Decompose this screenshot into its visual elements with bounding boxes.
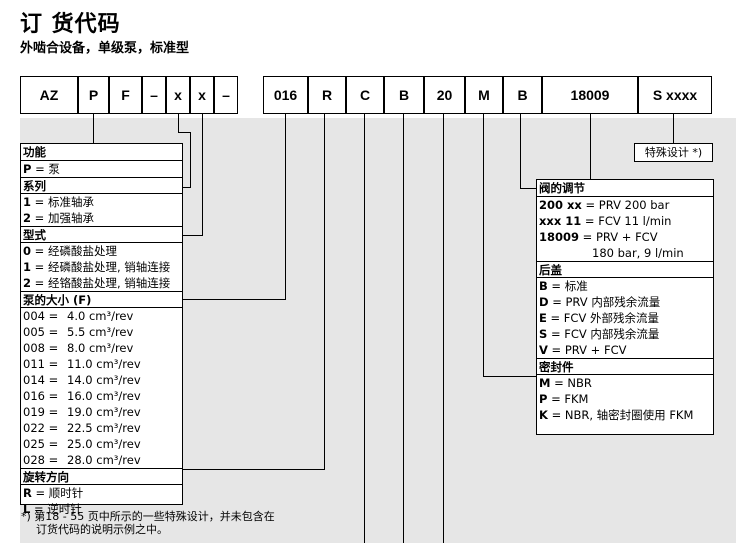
code-cell-seal: M [465, 76, 503, 114]
footnote-line: 订货代码的说明示例之中。 [36, 523, 168, 536]
code-cell-dash-1: – [142, 76, 166, 114]
valve-row: xxx 11 = FCV 11 l/min [539, 214, 672, 228]
right-options-panel: 阀的调节 200 xx = PRV 200 bar xxx 11 = FCV 1… [536, 179, 714, 435]
connector-line [202, 114, 203, 235]
type-row: 1 = 经磷酸盐处理, 销轴连接 [23, 260, 171, 274]
rotation-header: 旋转方向 [21, 468, 182, 485]
cover-row: D = PRV 内部残余流量 [539, 295, 661, 309]
code-cell-x-1: x [166, 76, 190, 114]
valve-row: 18009 = PRV + FCV [539, 230, 658, 244]
connector-line [178, 132, 190, 133]
valve-header: 阀的调节 [537, 180, 713, 197]
series-header: 系列 [21, 177, 182, 194]
connector-line [520, 188, 536, 189]
valve-row: 200 xx = PRV 200 bar [539, 198, 670, 212]
size-row: 011 = 11.0 cm³/rev [23, 357, 141, 371]
size-row: 019 = 19.0 cm³/rev [23, 405, 141, 419]
code-cell-p: P [78, 76, 109, 114]
valve-row: 180 bar, 9 l/min [592, 246, 684, 260]
code-cell-valve: 18009 [542, 76, 638, 114]
type-header: 型式 [21, 226, 182, 243]
code-cell-f: F [109, 76, 142, 114]
connector-line [93, 114, 94, 145]
code-cell-x-2: x [190, 76, 214, 114]
code-cell-b-1: B [384, 76, 424, 114]
type-row: 0 = 经磷酸盐处理 [23, 244, 117, 258]
seal-row: M = NBR [539, 376, 592, 390]
code-cell-az: AZ [20, 76, 78, 114]
page-title: 订 货代码 [20, 12, 121, 37]
footnote: *) 第18 - 55 页中所示的一些特殊设计，并未包含在 订货代码的说明示例之… [21, 510, 275, 536]
connector-line [673, 114, 674, 143]
code-cell-cover: B [503, 76, 542, 114]
cover-row: B = 标准 [539, 279, 588, 293]
connector-line [324, 114, 325, 469]
special-design-label: 特殊设计 *) [634, 143, 713, 162]
seal-row: P = FKM [539, 392, 589, 406]
code-cell-20: 20 [424, 76, 465, 114]
connector-line [182, 299, 286, 300]
code-cell-rotation: R [308, 76, 346, 114]
code-cell-size: 016 [263, 76, 308, 114]
connector-line [178, 114, 179, 132]
function-row: P = 泵 [23, 162, 60, 176]
footnote-line: *) 第18 - 55 页中所示的一些特殊设计，并未包含在 [21, 510, 275, 523]
seal-row: K = NBR, 轴密封圈使用 FKM [539, 408, 694, 422]
seal-header: 密封件 [537, 358, 713, 375]
connector-line [285, 114, 286, 299]
size-row: 008 = 8.0 cm³/rev [23, 341, 134, 355]
size-header: 泵的大小 (F) [21, 291, 182, 308]
size-row: 016 = 16.0 cm³/rev [23, 389, 141, 403]
code-cell-special: S xxxx [638, 76, 712, 114]
page-subtitle: 外啮合设备，单级泵，标准型 [20, 41, 190, 56]
series-row: 2 = 加强轴承 [23, 211, 94, 225]
cover-row: V = PRV + FCV [539, 343, 627, 357]
connector-line [443, 114, 444, 543]
code-cell-dash-2: – [214, 76, 238, 114]
size-row: 028 = 28.0 cm³/rev [23, 453, 141, 467]
cover-header: 后盖 [537, 261, 713, 278]
size-row: 022 = 22.5 cm³/rev [23, 421, 141, 435]
rotation-row: R = 顺时针 [23, 486, 84, 500]
function-header: 功能 [21, 144, 182, 161]
cover-row: E = FCV 外部残余流量 [539, 311, 659, 325]
connector-line [590, 114, 591, 179]
connector-line [182, 235, 203, 236]
connector-line [364, 114, 365, 543]
cover-row: S = FCV 内部残余流量 [539, 327, 660, 341]
size-row: 025 = 25.0 cm³/rev [23, 437, 141, 451]
type-row: 2 = 经铬酸盐处理, 销轴连接 [23, 276, 171, 290]
series-row: 1 = 标准轴承 [23, 195, 94, 209]
connector-line [182, 469, 325, 470]
connector-line [483, 114, 484, 376]
connector-line [190, 132, 191, 187]
left-options-panel: 功能 P = 泵 系列 1 = 标准轴承 2 = 加强轴承 型式 0 = 经磷酸… [20, 143, 183, 516]
connector-line [403, 114, 404, 543]
size-row: 014 = 14.0 cm³/rev [23, 373, 141, 387]
size-row: 005 = 5.5 cm³/rev [23, 325, 134, 339]
connector-line [182, 187, 191, 188]
size-row: 004 = 4.0 cm³/rev [23, 309, 134, 323]
connector-line [483, 376, 536, 377]
code-cell-c: C [346, 76, 384, 114]
connector-line [520, 114, 521, 188]
